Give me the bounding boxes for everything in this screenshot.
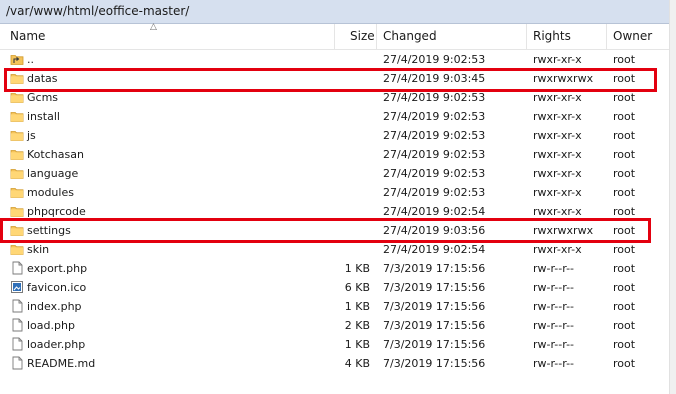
file-name: modules bbox=[27, 186, 74, 199]
file-owner: root bbox=[613, 148, 636, 161]
highlight-box-settings bbox=[0, 218, 651, 243]
file-name: export.php bbox=[27, 262, 88, 275]
folder-icon bbox=[10, 109, 24, 123]
file-row[interactable]: modules 27/4/2019 9:02:53 rwxr-xr-x root bbox=[0, 183, 669, 202]
folder-icon bbox=[10, 185, 24, 199]
column-name-header[interactable]: Name bbox=[10, 24, 45, 49]
file-name: loader.php bbox=[27, 338, 86, 351]
file-size: 1 KB bbox=[344, 262, 370, 275]
file-name: index.php bbox=[27, 300, 82, 313]
file-owner: root bbox=[613, 357, 636, 370]
folder-icon bbox=[10, 204, 24, 218]
folder-icon bbox=[10, 128, 24, 142]
file-changed: 27/4/2019 9:02:53 bbox=[383, 167, 486, 180]
sort-ascending-icon: △ bbox=[150, 22, 157, 32]
file-changed: 7/3/2019 17:15:56 bbox=[383, 262, 486, 275]
file-changed: 7/3/2019 17:15:56 bbox=[383, 281, 486, 294]
file-row[interactable]: load.php 2 KB 7/3/2019 17:15:56 rw-r--r-- ro… bbox=[0, 316, 669, 335]
file-size: 4 KB bbox=[344, 357, 370, 370]
file-row[interactable]: Kotchasan 27/4/2019 9:02:53 rwxr-xr-x root bbox=[0, 145, 669, 164]
file-rights: rwxr-xr-x bbox=[533, 110, 582, 123]
file-size: 1 KB bbox=[344, 338, 370, 351]
file-changed: 7/3/2019 17:15:56 bbox=[383, 357, 486, 370]
file-name: README.md bbox=[27, 357, 96, 370]
file-name: favicon.ico bbox=[27, 281, 87, 294]
file-size: 1 KB bbox=[344, 300, 370, 313]
file-changed: 7/3/2019 17:15:56 bbox=[383, 338, 486, 351]
file-row[interactable]: export.php 1 KB 7/3/2019 17:15:56 rw-r--r--… bbox=[0, 259, 669, 278]
file-name: load.php bbox=[27, 319, 75, 332]
file-changed: 7/3/2019 17:15:56 bbox=[383, 300, 486, 313]
path-bar[interactable]: /var/www/html/eoffice-master/ bbox=[0, 0, 669, 24]
folder-icon bbox=[10, 242, 24, 256]
parent-folder-icon bbox=[10, 52, 24, 66]
file-name: js bbox=[27, 129, 36, 142]
file-name: Kotchasan bbox=[27, 148, 84, 161]
file-icon bbox=[10, 356, 24, 370]
file-row[interactable]: js 27/4/2019 9:02:53 rwxr-xr-x root bbox=[0, 126, 669, 145]
column-owner-header[interactable]: Owner bbox=[613, 24, 652, 49]
file-icon bbox=[10, 299, 24, 313]
current-path: /var/www/html/eoffice-master/ bbox=[6, 4, 190, 18]
file-icon bbox=[10, 337, 24, 351]
folder-icon bbox=[10, 166, 24, 180]
file-changed: 7/3/2019 17:15:56 bbox=[383, 319, 486, 332]
file-changed: 27/4/2019 9:02:53 bbox=[383, 53, 486, 66]
column-size-header[interactable]: Size bbox=[350, 24, 375, 49]
file-rights: rw-r--r-- bbox=[533, 357, 575, 370]
file-changed: 27/4/2019 9:02:53 bbox=[383, 148, 486, 161]
folder-icon bbox=[10, 147, 24, 161]
file-owner: root bbox=[613, 281, 636, 294]
file-row[interactable]: install 27/4/2019 9:02:53 rwxr-xr-x root bbox=[0, 107, 669, 126]
file-rights: rwxr-xr-x bbox=[533, 53, 582, 66]
file-rights: rwxr-xr-x bbox=[533, 129, 582, 142]
file-owner: root bbox=[613, 110, 636, 123]
file-rights: rw-r--r-- bbox=[533, 300, 575, 313]
file-changed: 27/4/2019 9:02:53 bbox=[383, 129, 486, 142]
file-rights: rwxr-xr-x bbox=[533, 148, 582, 161]
image-file-icon bbox=[10, 280, 24, 294]
file-rights: rwxr-xr-x bbox=[533, 167, 582, 180]
file-icon bbox=[10, 261, 24, 275]
file-owner: root bbox=[613, 53, 636, 66]
file-name: language bbox=[27, 167, 79, 180]
file-owner: root bbox=[613, 167, 636, 180]
file-owner: root bbox=[613, 262, 636, 275]
file-size: 6 KB bbox=[344, 281, 370, 294]
file-icon bbox=[10, 318, 24, 332]
file-row[interactable]: loader.php 1 KB 7/3/2019 17:15:56 rw-r--r--… bbox=[0, 335, 669, 354]
file-rights: rw-r--r-- bbox=[533, 338, 575, 351]
folder-icon bbox=[10, 90, 24, 104]
file-rights: rwxr-xr-x bbox=[533, 186, 582, 199]
file-row[interactable]: .. 27/4/2019 9:02:53 rwxr-xr-x root bbox=[0, 50, 669, 69]
highlight-box-datas bbox=[4, 68, 657, 92]
file-rights: rw-r--r-- bbox=[533, 281, 575, 294]
column-rights-header[interactable]: Rights bbox=[533, 24, 571, 49]
column-changed-header[interactable]: Changed bbox=[383, 24, 437, 49]
file-changed: 27/4/2019 9:02:53 bbox=[383, 186, 486, 199]
file-size: 2 KB bbox=[344, 319, 370, 332]
file-row[interactable]: language 27/4/2019 9:02:53 rwxr-xr-x root bbox=[0, 164, 669, 183]
file-owner: root bbox=[613, 129, 636, 142]
file-owner: root bbox=[613, 319, 636, 332]
file-owner: root bbox=[613, 300, 636, 313]
file-name: .. bbox=[27, 53, 34, 66]
column-header: Name Size Changed Rights Owner bbox=[0, 24, 669, 50]
file-owner: root bbox=[613, 338, 636, 351]
file-rights: rw-r--r-- bbox=[533, 262, 575, 275]
vertical-scrollbar[interactable] bbox=[669, 0, 676, 394]
file-row[interactable]: favicon.ico 6 KB 7/3/2019 17:15:56 rw-r--r-… bbox=[0, 278, 669, 297]
file-changed: 27/4/2019 9:02:53 bbox=[383, 110, 486, 123]
file-row[interactable]: index.php 1 KB 7/3/2019 17:15:56 rw-r--r-- r… bbox=[0, 297, 669, 316]
file-owner: root bbox=[613, 186, 636, 199]
file-row[interactable]: README.md 4 KB 7/3/2019 17:15:56 rw-r--r-- r… bbox=[0, 354, 669, 373]
file-rights: rw-r--r-- bbox=[533, 319, 575, 332]
file-name: install bbox=[27, 110, 60, 123]
